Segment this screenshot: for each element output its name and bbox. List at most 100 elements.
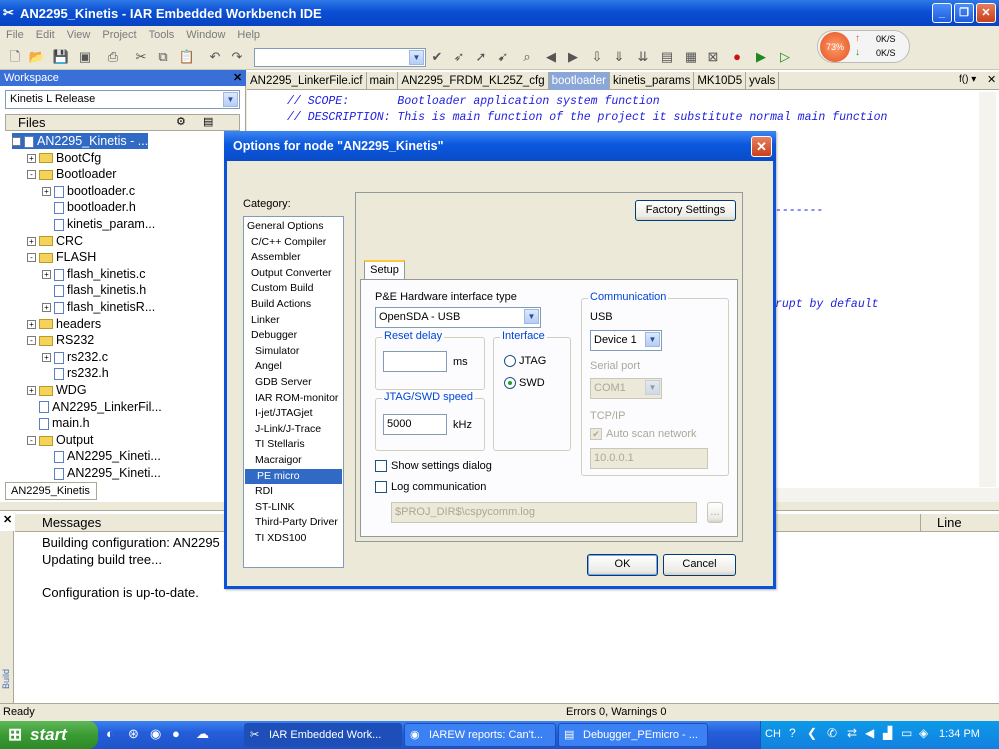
category-item[interactable]: ST-LINK [247,500,295,515]
tree-file[interactable]: + bootloader.c [42,183,135,199]
function-menu[interactable]: f() ▾ [959,74,976,85]
collapse-icon[interactable]: - [12,137,21,147]
save-all-icon[interactable]: ▣ [76,48,94,66]
tree-file[interactable]: AN2295_LinkerFil... [27,399,162,415]
tree-folder[interactable]: - RS232 [27,332,94,348]
editor-tab[interactable]: bootloader [548,72,610,90]
jtag-radio[interactable]: JTAG [504,355,546,368]
editor-tab[interactable]: AN2295_LinkerFile.icf [247,72,367,90]
save-icon[interactable]: 💾 [52,48,70,66]
clock[interactable]: 1:34 PM [939,728,980,740]
network-icon[interactable]: ⇄ [847,726,857,740]
files-header[interactable]: Files ⚙ ▤ [5,114,240,131]
debug-no-download-icon[interactable]: ▷ [776,48,794,66]
category-item[interactable]: TI XDS100 [247,531,306,546]
tree-folder[interactable]: + WDG [27,382,87,398]
minimize-button[interactable]: _ [932,3,952,23]
tree-project[interactable]: - AN2295_Kinetis - ... [12,133,149,149]
compile-icon[interactable]: ⇩ [588,48,606,66]
expand-icon[interactable]: + [42,303,51,313]
task-pdf[interactable]: ▤ Debugger_PEmicro - ... [558,723,708,747]
category-item[interactable]: RDI [247,484,273,499]
messages-column[interactable]: Messages [42,515,101,530]
log-path-input[interactable]: $PROJ_DIR$\cspycomm.log [391,502,697,523]
category-item[interactable]: Angel [247,359,282,374]
tab-setup[interactable]: Setup [364,260,405,280]
expand-icon[interactable]: + [27,319,36,329]
restore-button[interactable]: ❐ [954,3,974,23]
log-communication-checkbox[interactable]: Log communication [375,481,486,494]
code-line-scope[interactable]: // SCOPE: Bootloader application system … [287,95,660,108]
new-file-icon[interactable]: 🗋 [6,48,24,66]
hw-interface-select[interactable]: OpenSDA - USB ▼ [375,307,541,328]
undo-icon[interactable]: ↶ [206,48,224,66]
tree-file[interactable]: + flash_kinetisR... [42,299,155,315]
dialog-close-button[interactable]: ✕ [751,136,772,157]
category-item[interactable]: General Options [247,219,323,234]
next-bookmark-icon[interactable]: ➹ [494,48,512,66]
category-item[interactable]: Custom Build [247,281,313,296]
code-line-rupt[interactable]: rupt by default [775,298,879,311]
task-iar[interactable]: ✂ IAR Embedded Work... [244,723,402,747]
stop-build-icon[interactable]: ⇊ [634,48,652,66]
tree-folder[interactable]: - FLASH [27,249,96,265]
quicklaunch-chrome-icon[interactable]: ◉ [150,726,161,742]
usb-device-select[interactable]: Device 1 ▼ [590,330,662,351]
signal-icon[interactable]: ▟ [883,726,892,740]
swd-radio[interactable]: SWD [504,377,545,390]
menu-help[interactable]: Help [237,29,260,41]
paste-icon[interactable]: 📋 [178,48,196,66]
expand-icon[interactable]: + [27,153,36,163]
messages-close-icon[interactable]: ✕ [3,513,12,526]
editor-tab[interactable]: AN2295_FRDM_KL25Z_cfg [398,72,549,90]
tray-status-icon[interactable]: ◈ [919,726,928,740]
copy-icon[interactable]: ⧉ [154,48,172,66]
collapse-icon[interactable]: - [27,170,36,180]
tree-file[interactable]: + flash_kinetis.c [42,266,146,282]
expand-icon[interactable]: + [42,353,51,362]
volume-icon[interactable]: ◀ [865,726,874,740]
menu-edit[interactable]: Edit [36,29,55,41]
toggle-bookmark-icon[interactable]: ➚ [472,48,490,66]
redo-icon[interactable]: ↷ [228,48,246,66]
quicklaunch-cloud-icon[interactable]: ☁ [196,726,209,742]
task-browser[interactable]: ◉ IAREW reports: Can't... [404,723,556,747]
expand-icon[interactable]: + [42,270,51,279]
show-settings-checkbox[interactable]: Show settings dialog [375,460,492,473]
category-item[interactable]: Simulator [247,344,299,359]
check-icon[interactable]: ✔ [428,48,446,66]
tree-folder[interactable]: - Output [27,432,94,448]
bookmark-icon[interactable]: ➶ [450,48,468,66]
editor-vertical-scrollbar[interactable] [979,92,996,487]
go-back-icon[interactable]: ◀ [542,48,560,66]
menu-tools[interactable]: Tools [149,29,175,41]
code-line-description[interactable]: // DESCRIPTION: This is main function of… [287,111,887,124]
breakpoint-icon[interactable]: ● [728,48,746,66]
language-indicator[interactable]: CH [765,728,781,740]
tree-folder[interactable]: + BootCfg [27,150,101,166]
download-debug-icon[interactable]: ▶ [752,48,770,66]
editor-tab[interactable]: kinetis_params [610,72,695,90]
reset-delay-input[interactable] [383,351,447,372]
menu-view[interactable]: View [67,29,91,41]
workspace-close-icon[interactable]: ✕ [233,71,242,84]
find-combo[interactable]: ▼ [254,48,426,67]
rebuild-icon[interactable]: ▤ [658,48,676,66]
tree-file[interactable]: rs232.h [42,365,109,381]
category-item[interactable]: Assembler [247,250,301,265]
category-item[interactable]: Build Actions [247,297,311,312]
tree-file[interactable]: main.h [27,415,90,431]
category-item[interactable]: GDB Server [247,375,312,390]
category-item[interactable]: Macraigor [247,453,302,468]
ip-address-input[interactable]: 10.0.0.1 [590,448,708,469]
find-icon[interactable]: ⌕ [518,48,536,66]
speed-input[interactable]: 5000 [383,414,447,435]
tray-app-icon[interactable]: ✆ [827,726,837,740]
tree-folder[interactable]: + headers [27,316,101,332]
editor-tab[interactable]: MK10D5 [694,72,747,90]
category-item[interactable]: J-Link/J-Trace [247,422,321,437]
tree-file[interactable]: bootloader.h [42,199,136,215]
expand-icon[interactable]: + [42,187,51,196]
menu-file[interactable]: File [6,29,24,41]
workspace-tab[interactable]: AN2295_Kinetis [5,482,97,500]
